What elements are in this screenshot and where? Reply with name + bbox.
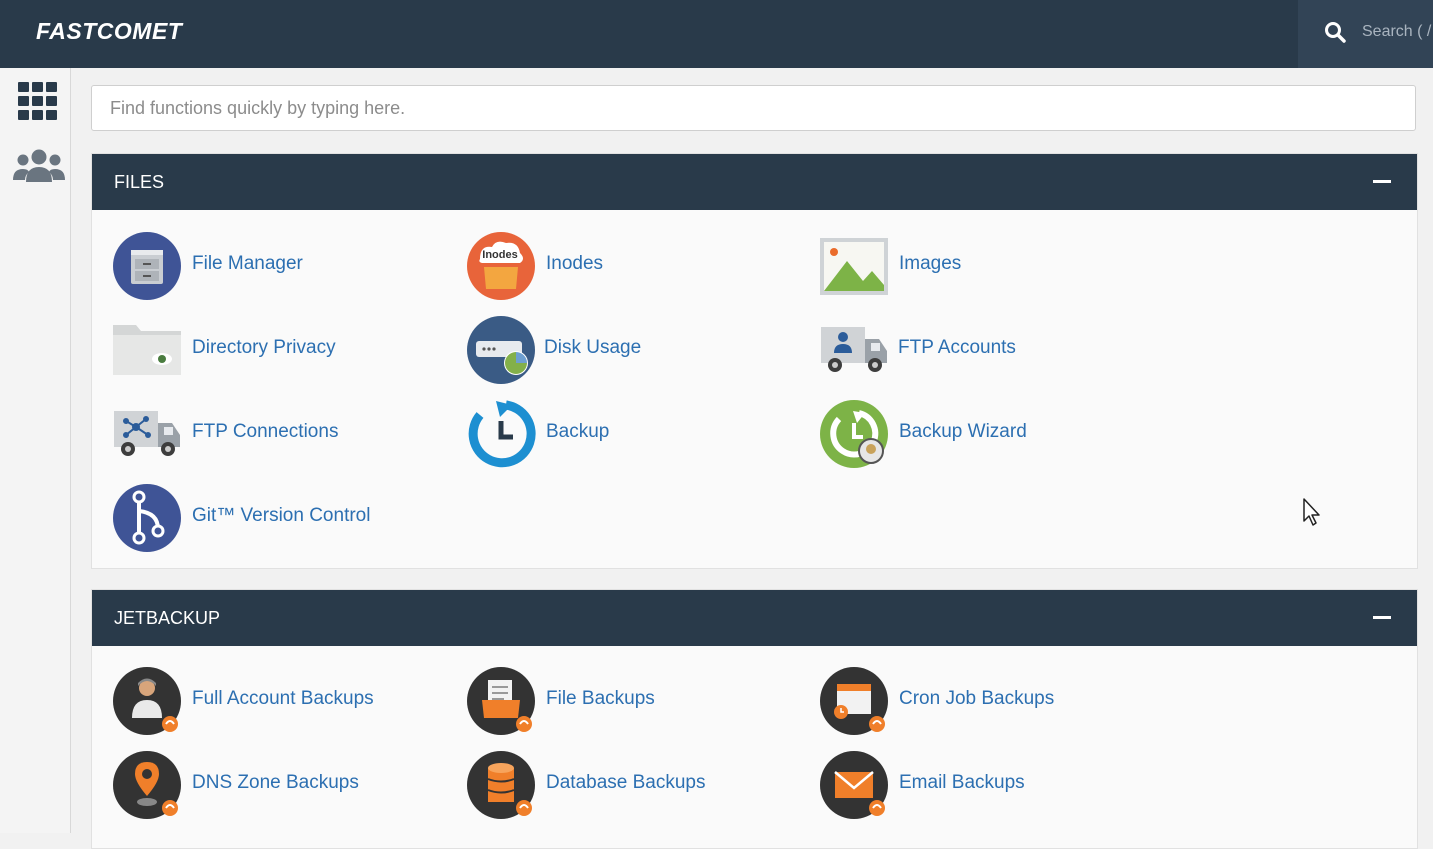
database-backups-link[interactable]: Database Backups [466,750,786,820]
global-search[interactable]: Search ( / [1298,0,1433,68]
dns-backup-icon [113,751,181,819]
full-account-backups-link[interactable]: Full Account Backups [112,666,432,736]
sidebar [0,68,71,833]
quick-search-input[interactable] [91,85,1416,131]
files-panel: FILES File Manager Inodes Inodes Images … [91,153,1418,569]
jetbackup-collapse-button[interactable] [1373,616,1391,619]
cron-job-backups-label: Cron Job Backups [899,688,1055,709]
apps-grid-icon[interactable] [18,82,58,120]
ftp-truck-network-icon [114,411,180,456]
full-account-backups-label: Full Account Backups [192,688,374,709]
cron-job-backups-link[interactable]: Cron Job Backups [819,666,1139,736]
dns-zone-backups-label: DNS Zone Backups [192,772,359,793]
backup-link[interactable]: Backup [466,399,786,469]
ftp-accounts-label: FTP Accounts [898,337,1016,358]
inodes-link[interactable]: Inodes Inodes [466,231,786,301]
files-panel-header[interactable]: FILES [92,154,1417,210]
ftp-accounts-link[interactable]: FTP Accounts [819,315,1139,385]
file-manager-label: File Manager [192,253,303,274]
ftp-truck-user-icon [821,327,887,372]
jetbackup-panel-title: JETBACKUP [114,608,221,628]
directory-privacy-link[interactable]: Directory Privacy [112,315,432,385]
git-version-control-label: Git™ Version Control [192,505,371,526]
backup-label: Backup [546,421,610,442]
backup-wizard-label: Backup Wizard [899,421,1027,442]
fastcomet-logo[interactable]: FASTCOMET [36,18,182,45]
dns-zone-backups-link[interactable]: DNS Zone Backups [112,750,432,820]
images-icon [820,238,888,295]
users-icon[interactable] [13,148,65,184]
email-backup-icon [820,751,888,819]
global-search-label: Search ( / [1362,23,1432,40]
files-collapse-button[interactable] [1373,180,1391,183]
jetbackup-panel-header[interactable]: JETBACKUP [92,590,1417,646]
folder-eye-icon [113,325,181,375]
top-bar: FASTCOMET Search ( / [0,0,1433,68]
database-backup-icon [467,751,535,819]
inodes-label: Inodes [546,253,604,274]
full-account-backup-icon [113,667,181,735]
database-backups-label: Database Backups [546,772,706,793]
mouse-cursor-icon [1303,498,1320,526]
backup-wizard-link[interactable]: Backup Wizard [819,399,1139,469]
email-backups-label: Email Backups [899,772,1025,793]
email-backups-link[interactable]: Email Backups [819,750,1139,820]
backup-clock-icon [468,400,536,468]
cron-backup-icon [820,667,888,735]
file-backups-label: File Backups [546,688,655,709]
git-branch-icon [113,484,181,552]
ftp-connections-link[interactable]: FTP Connections [112,399,432,469]
disk-usage-label: Disk Usage [544,337,642,358]
files-panel-title: FILES [114,172,165,192]
git-version-control-link[interactable]: Git™ Version Control [112,483,432,553]
file-backup-icon [467,667,535,735]
disk-usage-link[interactable]: Disk Usage [466,315,786,385]
file-backups-link[interactable]: File Backups [466,666,786,736]
file-manager-link[interactable]: File Manager [112,231,432,301]
backup-wizard-icon [820,400,888,468]
inodes-icon: Inodes [467,232,535,300]
search-icon [1325,22,1346,43]
images-link[interactable]: Images [819,231,1139,301]
disk-usage-icon [467,316,535,384]
ftp-connections-label: FTP Connections [192,421,339,442]
file-cabinet-icon [113,232,181,300]
jetbackup-panel: JETBACKUP Full Account Backups File Back… [91,589,1418,849]
directory-privacy-label: Directory Privacy [192,337,336,358]
inodes-badge-text: Inodes [482,249,517,261]
images-label: Images [899,253,962,274]
